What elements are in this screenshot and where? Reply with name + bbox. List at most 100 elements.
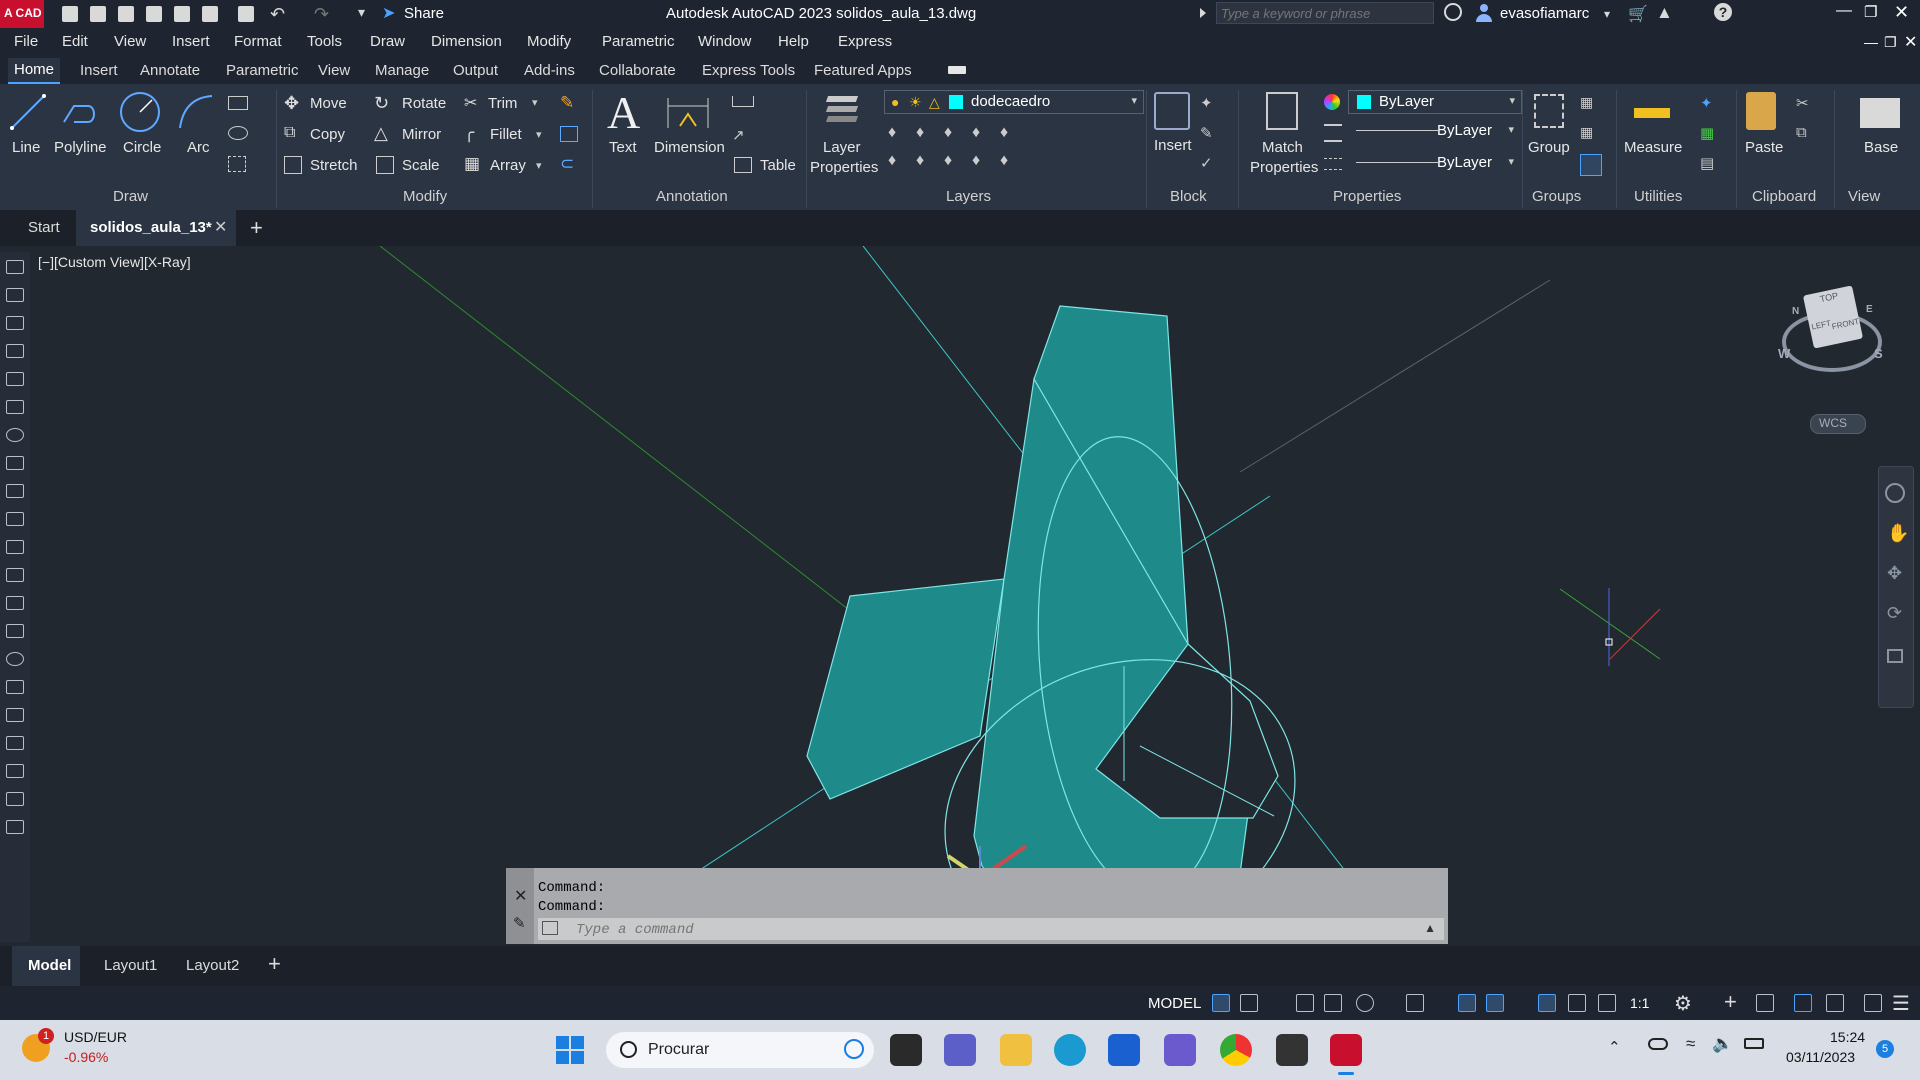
polyline-button[interactable]: Polyline (54, 139, 107, 156)
modify-panel-title[interactable]: Modify (403, 188, 447, 205)
drawing-restore-icon[interactable]: ❐ (1884, 34, 1897, 51)
new-layout-icon[interactable]: + (268, 951, 281, 977)
model-space-toggle[interactable]: MODEL (1148, 995, 1201, 1012)
copy-button[interactable]: Copy (310, 126, 345, 143)
paste-button[interactable]: Paste (1745, 139, 1783, 156)
file-explorer-icon[interactable] (1000, 1034, 1032, 1066)
match-properties-label[interactable]: Match (1262, 139, 1303, 156)
command-input-area[interactable]: ▲ (538, 918, 1444, 941)
layer-unisolate-icon[interactable]: ♦ (944, 152, 952, 170)
compass-west[interactable]: W (1778, 346, 1790, 361)
tab-featured-apps[interactable]: Featured Apps (814, 62, 912, 79)
stretch-icon[interactable] (284, 156, 302, 174)
copy-clip-icon[interactable]: ⧉ (1796, 124, 1807, 141)
grid-toggle-icon[interactable] (1212, 994, 1230, 1012)
arc-button[interactable]: Arc (187, 139, 210, 156)
export-icon[interactable] (200, 4, 220, 24)
annotation-scale-value[interactable]: 1:1 (1630, 995, 1649, 1011)
tab-annotate[interactable]: Annotate (140, 62, 200, 79)
match-properties-label-2[interactable]: Properties (1250, 159, 1318, 176)
array-icon[interactable]: ▦ (464, 154, 480, 174)
model-tab[interactable]: Model (12, 946, 80, 986)
mirror-icon[interactable]: △ (374, 123, 388, 144)
minimize-icon[interactable]: — (1836, 2, 1852, 20)
isodraft-icon[interactable] (1406, 994, 1424, 1012)
help-search-input[interactable] (1216, 2, 1434, 24)
customize-quick-access-icon[interactable]: ▾ (358, 4, 365, 21)
menu-view[interactable]: View (114, 33, 146, 50)
object-snap-tracking-icon[interactable] (1458, 994, 1476, 1012)
dim-diameter-tool-icon[interactable] (6, 428, 24, 442)
share-button[interactable]: Share (404, 5, 444, 22)
polyline-icon[interactable] (60, 92, 100, 132)
steering-wheel-icon[interactable] (1885, 483, 1905, 503)
menu-format[interactable]: Format (234, 33, 282, 50)
menu-dimension[interactable]: Dimension (431, 33, 502, 50)
layout1-tab[interactable]: Layout1 (104, 957, 157, 974)
lock-ui-icon[interactable] (1826, 994, 1844, 1012)
auto-scale-icon[interactable] (1568, 994, 1586, 1012)
copy-icon[interactable]: ⧉ (284, 124, 295, 142)
publish-icon[interactable] (172, 4, 192, 24)
dim-space-tool-icon[interactable] (6, 568, 24, 582)
save-icon[interactable] (116, 4, 136, 24)
dim-edit-tool-icon[interactable] (6, 736, 24, 750)
share-icon[interactable]: ➤ (382, 3, 395, 23)
rectangle-icon[interactable] (228, 96, 248, 110)
menu-edit[interactable]: Edit (62, 33, 88, 50)
tab-collaborate[interactable]: Collaborate (599, 62, 676, 79)
layer-unlock-icon[interactable]: △ (929, 94, 940, 111)
edge-icon[interactable] (1054, 1034, 1086, 1066)
insert-button[interactable]: Insert (1154, 137, 1192, 154)
erase-icon[interactable]: ✎ (560, 93, 574, 113)
wifi-icon[interactable]: ≈ (1686, 1034, 1695, 1054)
inspection-tool-icon[interactable] (6, 680, 24, 694)
annotation-monitor-icon[interactable]: + (1724, 989, 1737, 1015)
tab-view[interactable]: View (318, 62, 350, 79)
table-button[interactable]: Table (760, 157, 796, 174)
tab-output[interactable]: Output (453, 62, 498, 79)
dim-aligned-tool-icon[interactable] (6, 288, 24, 302)
layers-panel-title[interactable]: Layers (946, 188, 991, 205)
dim-jogged-tool-icon[interactable] (6, 400, 24, 414)
menu-draw[interactable]: Draw (370, 33, 405, 50)
layer-properties-label[interactable]: Layer (823, 139, 861, 156)
edit-attributes-icon[interactable]: ✓ (1200, 154, 1213, 172)
group-icon[interactable] (1534, 94, 1564, 128)
layer-previous-icon[interactable]: ♦ (888, 152, 896, 170)
insert-block-icon[interactable] (1154, 92, 1190, 130)
menu-parametric[interactable]: Parametric (602, 33, 675, 50)
open-file-icon[interactable] (88, 4, 108, 24)
layer-properties-icon[interactable] (824, 92, 860, 130)
teams-icon[interactable] (944, 1034, 976, 1066)
layer-on-icon[interactable]: ● (891, 94, 899, 110)
layout2-tab[interactable]: Layout2 (186, 957, 239, 974)
layer-unlock-all-icon[interactable]: ♦ (1000, 152, 1008, 170)
close-tab-icon[interactable]: ✕ (214, 217, 227, 237)
trim-icon[interactable]: ✂ (464, 93, 477, 113)
workspace-gear-icon[interactable]: ⚙ (1674, 991, 1692, 1016)
circle-icon[interactable] (118, 90, 162, 134)
cart-icon[interactable]: 🛒 (1628, 4, 1648, 24)
command-input[interactable] (574, 919, 1378, 941)
zoom-extents-icon[interactable]: ✥ (1887, 563, 1902, 584)
redo-icon[interactable]: ↷ (314, 4, 329, 25)
save-as-icon[interactable] (144, 4, 164, 24)
clipboard-panel-title[interactable]: Clipboard (1752, 188, 1816, 205)
ellipse-icon[interactable] (228, 126, 248, 140)
table-icon[interactable] (734, 157, 752, 173)
move-icon[interactable]: ✥ (284, 93, 299, 114)
annotation-scale-icon[interactable] (1598, 994, 1616, 1012)
layer-off-icon[interactable]: ♦ (888, 124, 896, 142)
annotation-panel-title[interactable]: Annotation (656, 188, 728, 205)
layer-freeze-icon[interactable]: ♦ (944, 124, 952, 142)
cut-icon[interactable]: ✂ (1796, 94, 1809, 112)
units-icon[interactable] (1756, 994, 1774, 1012)
dimension-button[interactable]: Dimension (654, 139, 725, 156)
group-selection-icon[interactable] (1580, 154, 1602, 176)
menu-insert[interactable]: Insert (172, 33, 210, 50)
store-icon[interactable] (1108, 1034, 1140, 1066)
orbit-icon[interactable]: ⟳ (1887, 603, 1902, 624)
paste-icon[interactable] (1746, 92, 1776, 130)
tab-express-tools[interactable]: Express Tools (702, 62, 795, 79)
